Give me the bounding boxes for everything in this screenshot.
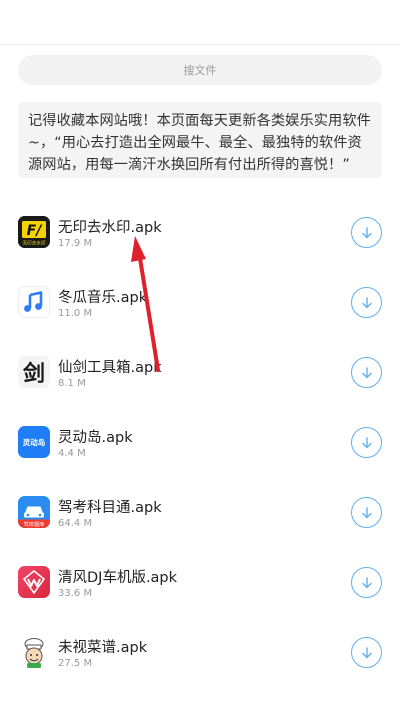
download-arrow-icon (361, 646, 372, 658)
list-item[interactable]: F/ 无印去水印 无印去水印.apk 17.9 M (0, 198, 400, 268)
download-arrow-icon (361, 506, 372, 518)
list-item[interactable]: 剑 仙剑工具箱.apk 8.1 M (0, 338, 400, 408)
download-button[interactable] (351, 357, 382, 388)
download-button[interactable] (351, 287, 382, 318)
download-arrow-icon (361, 366, 372, 378)
notice-banner: 记得收藏本网站哦！本页面每天更新各类娱乐实用软件~，“用心去打造出全网最牛、最全… (18, 102, 382, 178)
file-size: 11.0 M (58, 308, 93, 319)
file-name: 冬瓜音乐.apk (58, 290, 148, 306)
list-item[interactable]: 灵动岛 灵动岛.apk 4.4 M (0, 408, 400, 478)
svg-text:驾校题库: 驾校题库 (24, 520, 45, 528)
svg-text:无印去水印: 无印去水印 (23, 240, 46, 247)
svg-text:剑: 剑 (22, 361, 45, 387)
file-size: 64.4 M (58, 518, 93, 529)
file-name: 未视菜谱.apk (58, 640, 148, 656)
svg-text:灵动岛: 灵动岛 (23, 437, 46, 447)
calligraphy-app-icon: 剑 (18, 356, 50, 388)
svg-text:F/: F/ (27, 223, 44, 239)
list-item[interactable]: 未视菜谱.apk 27.5 M (0, 618, 400, 688)
file-name: 仙剑工具箱.apk (58, 360, 162, 376)
download-arrow-icon (361, 226, 372, 238)
download-arrow-icon (361, 296, 372, 308)
chef-app-icon (18, 636, 50, 668)
list-item[interactable]: 驾校题库 驾考科目通.apk 64.4 M (0, 478, 400, 548)
file-size: 17.9 M (58, 238, 93, 249)
download-button[interactable] (351, 217, 382, 248)
file-list-page: 搜文件 记得收藏本网站哦！本页面每天更新各类娱乐实用软件~，“用心去打造出全网最… (0, 0, 400, 712)
file-name: 驾考科目通.apk (58, 500, 162, 516)
download-button[interactable] (351, 497, 382, 528)
file-list: F/ 无印去水印 无印去水印.apk 17.9 M 冬瓜音乐.apk 11.0 … (0, 198, 400, 688)
file-size: 33.6 M (58, 588, 93, 599)
list-item[interactable]: 冬瓜音乐.apk 11.0 M (0, 268, 400, 338)
driving-test-app-icon: 驾校题库 (18, 496, 50, 528)
file-name: 灵动岛.apk (58, 430, 133, 446)
dj-app-icon (18, 566, 50, 598)
top-divider (0, 44, 400, 45)
file-size: 8.1 M (58, 378, 86, 389)
download-button[interactable] (351, 427, 382, 458)
file-size: 4.4 M (58, 448, 86, 459)
file-name: 无印去水印.apk (58, 220, 162, 236)
list-item[interactable]: 清风DJ车机版.apk 33.6 M (0, 548, 400, 618)
music-note-app-icon (18, 286, 50, 318)
download-arrow-icon (361, 576, 372, 588)
file-name: 清风DJ车机版.apk (58, 570, 178, 586)
file-size: 27.5 M (58, 658, 93, 669)
watermark-remover-app-icon: F/ 无印去水印 (18, 216, 50, 248)
dynamic-island-app-icon: 灵动岛 (18, 426, 50, 458)
search-label: 搜文件 (183, 64, 217, 77)
download-button[interactable] (351, 637, 382, 668)
search-button[interactable]: 搜文件 (18, 55, 382, 85)
download-button[interactable] (351, 567, 382, 598)
download-arrow-icon (361, 436, 372, 448)
